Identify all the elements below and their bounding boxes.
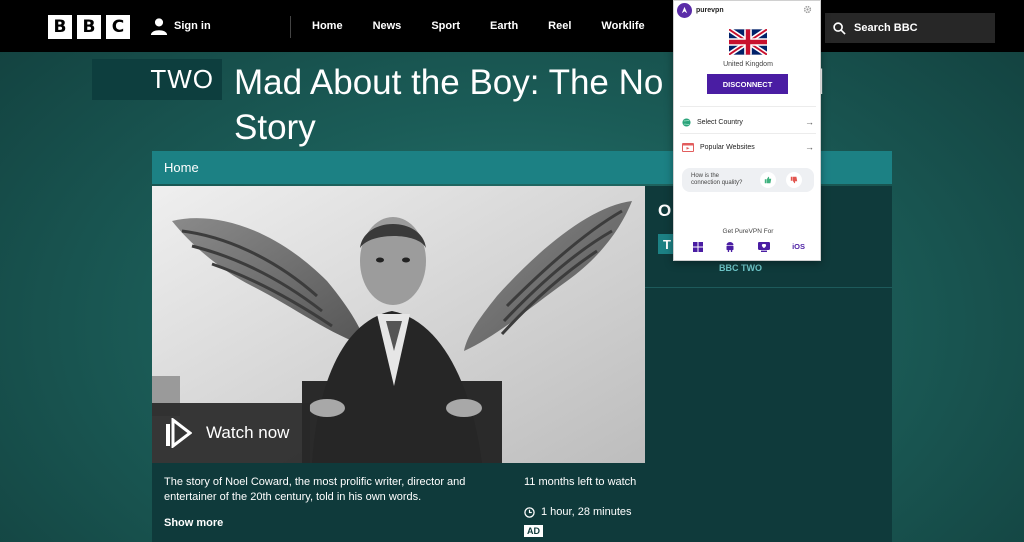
- android-icon[interactable]: [725, 241, 735, 252]
- channel-badge[interactable]: TWO: [92, 59, 222, 100]
- bbc-logo-letter: B: [77, 15, 101, 39]
- user-icon: [150, 18, 168, 35]
- select-country-label: Select Country: [697, 118, 743, 126]
- browser-icon: [682, 142, 694, 152]
- sign-in-link[interactable]: Sign in: [150, 17, 211, 35]
- nav-links: Home News Sport Earth Reel Worklife T: [312, 20, 711, 32]
- nav-link-news[interactable]: News: [373, 20, 402, 32]
- bbc-top-nav: B B C Sign in Home News Sport Earth Reel…: [0, 0, 1024, 52]
- breadcrumb-home[interactable]: Home: [164, 160, 199, 175]
- windows-icon[interactable]: [693, 241, 703, 252]
- thumbs-down-icon: [790, 176, 798, 184]
- macos-icon[interactable]: [757, 241, 770, 252]
- search-icon: [833, 21, 846, 35]
- uk-flag-icon: [729, 29, 767, 55]
- purevpn-logo: [677, 3, 692, 18]
- ios-link[interactable]: iOS: [792, 242, 805, 251]
- description-panel: The story of Noel Coward, the most proli…: [152, 463, 645, 542]
- audio-description-badge: AD: [524, 525, 543, 537]
- duration: 1 hour, 28 minutes: [524, 506, 632, 518]
- bbc-logo-letter: B: [48, 15, 72, 39]
- bbc-logo[interactable]: B B C: [48, 15, 130, 39]
- side-divider: [645, 287, 892, 288]
- popular-websites-row[interactable]: Popular Websites →: [682, 140, 814, 154]
- watch-now-button[interactable]: Watch now: [152, 403, 310, 463]
- vpn-divider: [680, 133, 816, 134]
- nav-link-sport[interactable]: Sport: [431, 20, 460, 32]
- bbc-logo-letter: C: [106, 15, 130, 39]
- get-purevpn-for-label: Get PureVPN For: [722, 228, 774, 235]
- side-heading: O: [658, 201, 672, 220]
- iplayer-play-icon: [166, 418, 192, 448]
- programme-description: The story of Noel Coward, the most proli…: [164, 476, 466, 503]
- nav-link-home[interactable]: Home: [312, 20, 343, 32]
- side-channel-label[interactable]: BBC TWO: [719, 263, 762, 273]
- platform-links: iOS: [693, 241, 805, 252]
- thumbs-down-button[interactable]: [786, 172, 802, 188]
- sign-in-label: Sign in: [174, 20, 211, 32]
- connection-quality-card: How is the connection quality?: [682, 168, 814, 192]
- availability-text: 11 months left to watch: [524, 476, 637, 488]
- quality-question: How is the connection quality?: [691, 173, 743, 186]
- vpn-header: purevpn: [677, 3, 724, 18]
- watch-now-label: Watch now: [206, 423, 290, 442]
- arrow-right-icon: →: [805, 142, 814, 152]
- clock-icon: [524, 506, 535, 518]
- title-line2: Story: [234, 108, 316, 147]
- nav-link-earth[interactable]: Earth: [490, 20, 518, 32]
- connected-country: United Kingdom: [723, 61, 773, 68]
- nav-link-worklife[interactable]: Worklife: [601, 20, 644, 32]
- select-country-row[interactable]: Select Country →: [682, 115, 814, 129]
- disconnect-button[interactable]: DISCONNECT: [707, 74, 788, 94]
- nav-divider: [290, 16, 291, 38]
- thumbs-up-icon: [764, 176, 772, 184]
- show-more-link[interactable]: Show more: [164, 517, 223, 529]
- arrow-right-icon: →: [805, 117, 814, 127]
- search-label: Search BBC: [854, 22, 918, 34]
- popular-websites-label: Popular Websites: [700, 143, 755, 151]
- purevpn-popup: purevpn United Kingdom DISCONNECT Select…: [673, 0, 821, 261]
- search-bbc-input[interactable]: Search BBC: [825, 13, 995, 43]
- gear-icon[interactable]: [803, 5, 812, 14]
- globe-icon: [682, 117, 691, 127]
- nav-link-reel[interactable]: Reel: [548, 20, 571, 32]
- duration-text: 1 hour, 28 minutes: [541, 506, 632, 518]
- thumbs-up-button[interactable]: [760, 172, 776, 188]
- vpn-brand: purevpn: [696, 7, 724, 14]
- title-line1: Mad About the Boy: The No: [234, 63, 664, 102]
- vpn-divider: [680, 106, 816, 107]
